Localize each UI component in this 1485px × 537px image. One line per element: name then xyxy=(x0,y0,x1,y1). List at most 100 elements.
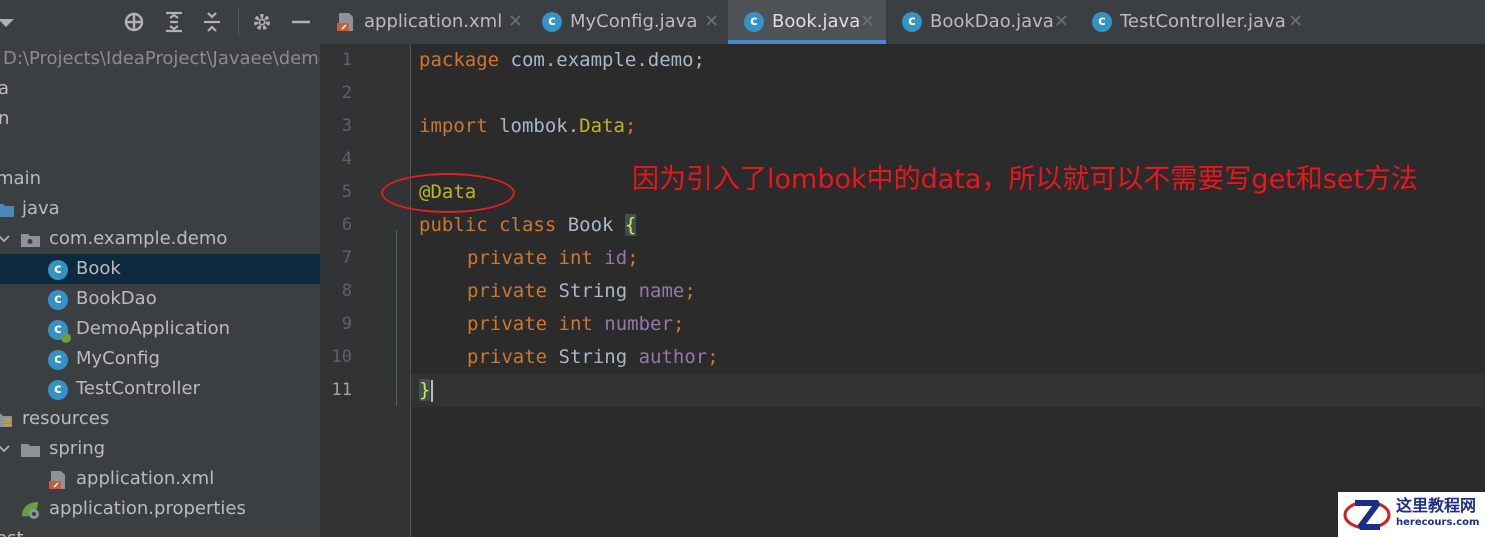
java-class-icon: c xyxy=(744,12,764,32)
tree-item-demoapplication[interactable]: c DemoApplication xyxy=(0,314,320,344)
close-icon[interactable]: ✕ xyxy=(860,11,875,33)
run-badge-icon xyxy=(61,333,71,343)
gear-icon[interactable] xyxy=(250,10,274,34)
dropdown-arrow-icon[interactable] xyxy=(0,10,18,34)
current-line-highlight xyxy=(320,374,1485,407)
tree-item-application-xml[interactable]: application.xml xyxy=(0,464,320,494)
tab-label: MyConfig.java xyxy=(570,11,698,32)
chevron-down-icon[interactable] xyxy=(0,231,10,247)
tree-item-a[interactable]: a xyxy=(0,74,320,104)
tree-item-n[interactable]: n xyxy=(0,104,320,134)
close-icon[interactable]: ✕ xyxy=(704,11,719,33)
tree-item-java[interactable]: java xyxy=(0,194,320,224)
close-icon[interactable]: ✕ xyxy=(508,11,523,33)
tree-item-label: n xyxy=(0,108,10,129)
locate-target-icon[interactable] xyxy=(122,10,146,34)
tab-book-java[interactable]: c Book.java ✕ xyxy=(728,0,886,44)
tree-item-label: java xyxy=(22,198,60,219)
code-line-8: private String name; xyxy=(467,280,696,302)
tree-item-label: MyConfig xyxy=(76,348,160,369)
close-icon[interactable]: ✕ xyxy=(1054,11,1069,33)
line-number: 8 xyxy=(341,281,352,301)
tab-label: BookDao.java xyxy=(930,11,1054,32)
tree-item-label: est xyxy=(0,528,24,537)
tab-testcontroller-java[interactable]: c TestController.java ✕ xyxy=(1076,0,1316,44)
tree-item-myconfig[interactable]: c MyConfig xyxy=(0,344,320,374)
line-number: 9 xyxy=(341,314,352,334)
watermark-url: herecours.com xyxy=(1396,517,1480,528)
folder-icon xyxy=(21,444,40,457)
java-class-icon: c xyxy=(48,290,68,310)
tab-bookdao-java[interactable]: c BookDao.java ✕ xyxy=(886,0,1076,44)
watermark-logo xyxy=(1343,500,1391,530)
tree-item-spring[interactable]: spring xyxy=(0,434,320,464)
tree-item-book[interactable]: c Book xyxy=(0,254,320,284)
tab-myconfig-java[interactable]: c MyConfig.java ✕ xyxy=(526,0,728,44)
tab-application-xml[interactable]: application.xml ✕ xyxy=(320,0,526,44)
java-class-icon: c xyxy=(1092,12,1112,32)
tree-item-main[interactable]: main xyxy=(0,164,320,194)
fold-guide xyxy=(396,230,397,406)
annotation-text: 因为引入了lombok中的data，所以就可以不需要写get和set方法 xyxy=(632,164,1419,195)
java-class-icon: c xyxy=(48,350,68,370)
toolbar-divider xyxy=(238,8,239,36)
editor-tab-bar: application.xml ✕ c MyConfig.java ✕ c Bo… xyxy=(320,0,1485,45)
tree-item-label: DemoApplication xyxy=(76,318,231,339)
tree-item-label: BookDao xyxy=(76,288,157,309)
annotation-ellipse xyxy=(381,173,515,213)
line-number: 6 xyxy=(341,215,352,235)
project-path: D:\Projects\IdeaProject\Javaee\demo xyxy=(3,48,320,69)
source-folder-icon xyxy=(0,204,14,217)
close-icon[interactable]: ✕ xyxy=(1288,11,1303,33)
minimize-icon[interactable] xyxy=(289,10,313,34)
line-number: 2 xyxy=(341,83,352,103)
spring-properties-icon xyxy=(22,502,39,519)
code-line-3: import lombok.Data; xyxy=(419,115,637,137)
line-number-current: 11 xyxy=(331,380,352,400)
xml-file-icon xyxy=(337,13,353,31)
project-toolbar xyxy=(0,0,320,44)
line-number: 10 xyxy=(331,347,352,367)
tree-item-label: resources xyxy=(22,408,110,429)
java-class-icon: c xyxy=(542,12,562,32)
java-class-icon: c xyxy=(902,12,922,32)
code-line-7: private int id; xyxy=(467,247,639,269)
tree-item-bookdao[interactable]: c BookDao xyxy=(0,284,320,314)
watermark: 这里教程网 herecours.com xyxy=(1338,492,1485,537)
tree-item-test[interactable]: est xyxy=(0,524,320,537)
xml-file-icon xyxy=(49,471,65,489)
package-folder-icon xyxy=(21,234,40,247)
tree-item-label: a xyxy=(0,78,10,99)
watermark-title: 这里教程网 xyxy=(1396,496,1477,515)
line-number: 3 xyxy=(341,116,352,136)
tree-item-label: main xyxy=(0,168,41,189)
line-number: 7 xyxy=(341,248,352,268)
code-line-1: package com.example.demo; xyxy=(419,49,705,71)
tree-item-application-properties[interactable]: application.properties xyxy=(0,494,320,524)
tree-item-label: TestController xyxy=(76,378,200,399)
java-class-icon: c xyxy=(48,380,68,400)
gutter-divider xyxy=(410,44,411,537)
tab-label: Book.java xyxy=(772,11,861,32)
line-number: 4 xyxy=(341,149,352,169)
chevron-down-icon[interactable] xyxy=(0,441,10,457)
code-line-9: private int number; xyxy=(467,313,685,335)
code-line-11: } xyxy=(419,379,431,401)
line-number: 1 xyxy=(341,50,352,70)
code-line-6: public class Book { xyxy=(419,214,637,236)
tree-item-label: com.example.demo xyxy=(49,228,228,249)
collapse-all-icon[interactable] xyxy=(200,10,224,34)
tree-item-label: application.properties xyxy=(49,498,246,519)
java-class-icon: c xyxy=(48,260,68,280)
tree-item-package[interactable]: com.example.demo xyxy=(0,224,320,254)
text-caret xyxy=(431,380,433,402)
resources-folder-icon xyxy=(0,414,12,427)
line-number: 5 xyxy=(341,182,352,202)
tab-label: TestController.java xyxy=(1120,11,1286,32)
code-line-10: private String author; xyxy=(467,346,719,368)
expand-all-icon[interactable] xyxy=(162,10,186,34)
tree-item-testcontroller[interactable]: c TestController xyxy=(0,374,320,404)
tree-item-resources[interactable]: resources xyxy=(0,404,320,434)
tab-label: application.xml xyxy=(364,11,503,32)
project-panel: D:\Projects\IdeaProject\Javaee\demo a n … xyxy=(0,0,320,537)
